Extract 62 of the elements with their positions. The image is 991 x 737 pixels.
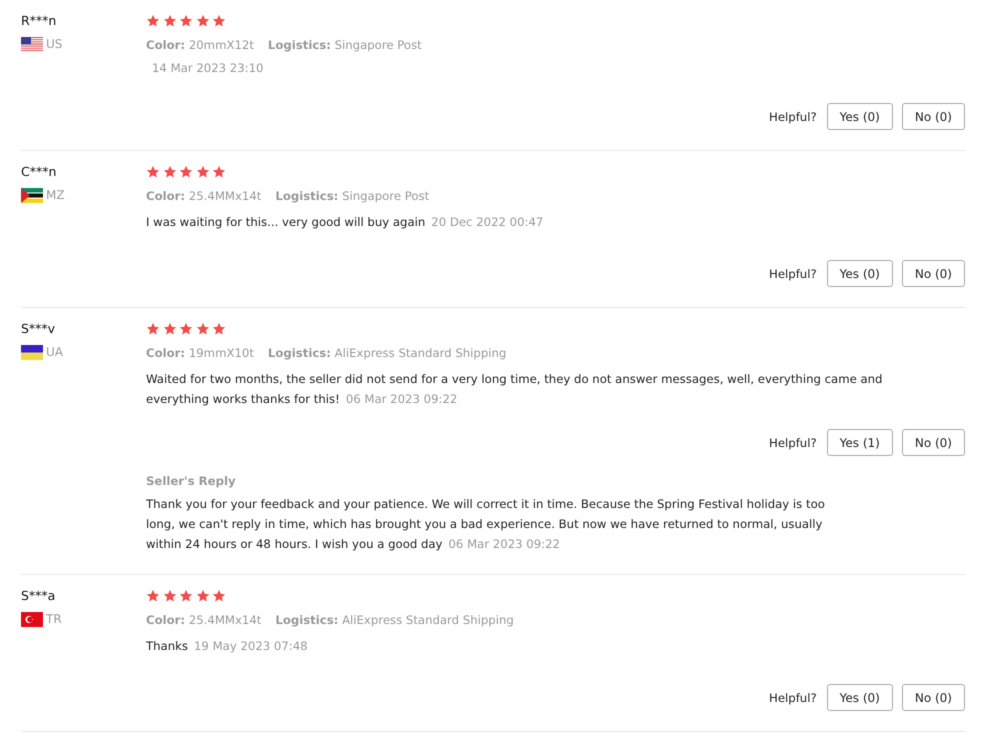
reviewer-name: C***n bbox=[21, 163, 58, 181]
helpful-label: Helpful? bbox=[769, 690, 817, 704]
reply-date: 06 Mar 2023 09:22 bbox=[448, 537, 560, 551]
star-icon bbox=[162, 14, 176, 28]
star-icon bbox=[212, 165, 226, 179]
review-date: 19 May 2023 07:48 bbox=[194, 639, 308, 653]
star-icon bbox=[196, 14, 210, 28]
reviewer-name: R***n bbox=[21, 12, 58, 30]
star-icon bbox=[146, 165, 160, 179]
review-text: Waited for two months, the seller did not send for a very long time, they do not answer messages, well, everything came and everything works thanks for this! 06 Mar 2023 09:22 bbox=[146, 371, 884, 408]
flag-icon bbox=[21, 612, 43, 626]
star-icon bbox=[179, 165, 193, 179]
logistics-info: Logistics: AliExpress Standard Shipping bbox=[268, 345, 506, 362]
star-icon bbox=[179, 322, 193, 336]
star-icon bbox=[146, 14, 160, 28]
review-date: 14 Mar 2023 23:10 bbox=[152, 61, 264, 75]
star-icon bbox=[212, 14, 226, 28]
star-icon bbox=[146, 589, 160, 603]
star-icon bbox=[179, 14, 193, 28]
flag-icon bbox=[21, 36, 43, 52]
star-icon bbox=[196, 322, 210, 336]
star-icon bbox=[212, 589, 226, 603]
review-date: 20 Dec 2022 00:47 bbox=[431, 215, 544, 229]
logistics-info: Logistics: Singapore Post bbox=[275, 188, 430, 205]
star-icon bbox=[162, 322, 176, 336]
color-info: Color: 25.4MMx14t bbox=[146, 188, 262, 205]
no-button[interactable]: No (0) bbox=[902, 260, 965, 287]
yes-button[interactable]: Yes (0) bbox=[826, 260, 893, 287]
star-icon bbox=[179, 589, 193, 603]
star-icon bbox=[196, 165, 210, 179]
star-icon bbox=[196, 589, 210, 603]
review-date: 06 Mar 2023 09:22 bbox=[346, 392, 458, 406]
no-button[interactable]: No (0) bbox=[902, 429, 965, 456]
color-info: Color: 19mmX10t bbox=[146, 345, 254, 362]
logistics-info: Logistics: AliExpress Standard Shipping bbox=[275, 612, 514, 629]
reviewer-name: S***v bbox=[21, 320, 56, 338]
star-icon bbox=[162, 165, 176, 179]
yes-button[interactable]: Yes (0) bbox=[826, 684, 893, 711]
star-icon bbox=[212, 322, 226, 336]
logistics-info: Logistics: Singapore Post bbox=[268, 37, 422, 54]
flag-icon bbox=[21, 344, 43, 360]
seller-reply-title: Seller's Reply bbox=[146, 473, 237, 490]
color-info: Color: 25.4MMx14t bbox=[146, 612, 262, 629]
no-button[interactable]: No (0) bbox=[902, 103, 965, 130]
review-text: I was waiting for this... very good will buy again 20 Dec 2022 00:47 bbox=[146, 214, 544, 231]
star-icon bbox=[162, 589, 176, 603]
flag-icon bbox=[21, 188, 43, 202]
seller-reply-text: Thank you for your feedback and your patience. We will correct it in time. Because the Spring Festival holiday is too long, we can't reply in time, which has brought you a bad experience. But now we have returned to normal, usually within 24 hours or 48 hours. I wish you a good day 06 Mar 2023 09:22 bbox=[146, 496, 826, 553]
color-info: Color: 20mmX12t bbox=[146, 37, 254, 54]
yes-button[interactable]: Yes (0) bbox=[826, 103, 893, 130]
no-button[interactable]: No (0) bbox=[902, 684, 965, 711]
country-code: UA bbox=[46, 344, 63, 360]
yes-button[interactable]: Yes (1) bbox=[826, 429, 893, 456]
country-code: TR bbox=[46, 611, 62, 627]
helpful-label: Helpful? bbox=[769, 266, 817, 280]
country-code: US bbox=[46, 36, 62, 52]
country-code: MZ bbox=[46, 187, 65, 203]
helpful-label: Helpful? bbox=[769, 110, 817, 124]
reviewer-name: S***a bbox=[21, 587, 56, 605]
helpful-label: Helpful? bbox=[769, 436, 817, 450]
star-icon bbox=[146, 322, 160, 336]
review-text: Thanks 19 May 2023 07:48 bbox=[146, 638, 309, 655]
